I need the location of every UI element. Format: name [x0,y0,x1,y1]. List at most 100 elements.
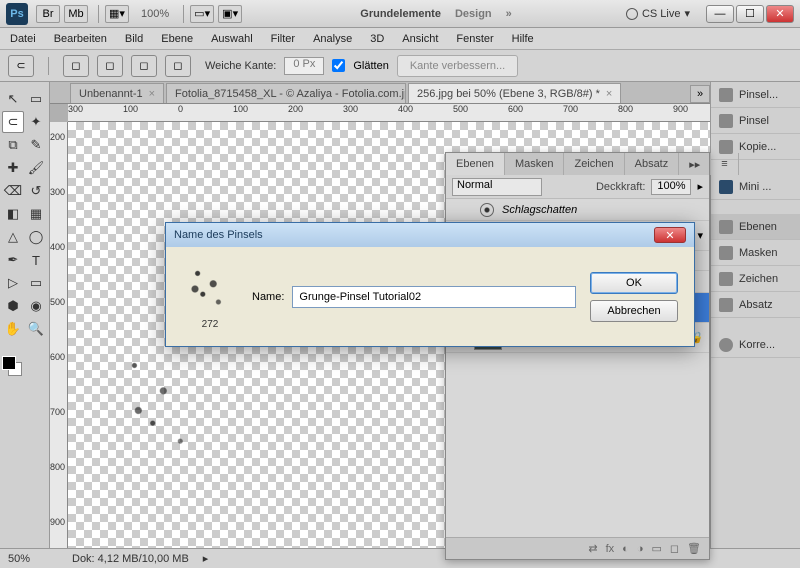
brush-name-input[interactable] [292,286,576,308]
pen-tool-icon[interactable]: ✒ [2,249,24,271]
dialog-titlebar[interactable]: Name des Pinsels ✕ [166,223,694,247]
menu-ebene[interactable]: Ebene [161,33,193,45]
menu-auswahl[interactable]: Auswahl [211,33,253,45]
eyedropper-tool-icon[interactable]: ✎ [25,134,47,156]
screen-mode-icon[interactable]: ▣▾ [218,5,242,23]
3d-camera-icon[interactable]: ◉ [25,295,47,317]
wand-tool-icon[interactable]: ✦ [25,111,47,133]
dock-pinsel-presets[interactable]: Pinsel... [711,82,800,108]
link-layers-icon[interactable]: ⇄ [588,542,597,555]
crop-tool-icon[interactable]: ⧉ [2,134,24,156]
selection-intersect-icon[interactable]: ◻ [165,55,191,77]
menu-filter[interactable]: Filter [271,33,295,45]
dock-minibridge[interactable]: Mini ... [711,174,800,200]
menu-fenster[interactable]: Fenster [456,33,493,45]
cslive-button[interactable]: CS Live ▾ [626,7,690,20]
layer-effect-item[interactable]: Schlagschatten [446,199,709,221]
panel-tab-zeichen[interactable]: Zeichen [564,153,624,175]
smooth-checkbox[interactable] [332,59,345,72]
panel-tab-ebenen[interactable]: Ebenen [446,153,505,175]
cancel-button[interactable]: Abbrechen [590,300,678,322]
lasso-tool-icon[interactable]: ⊂ [2,111,24,133]
color-swatch[interactable] [2,356,22,376]
shape-tool-icon[interactable]: ▭ [25,272,47,294]
panel-collapse-icon[interactable]: ▸▸ [679,153,711,175]
doc-tab[interactable]: Fotolia_8715458_XL - © Azaliya - Fotolia… [166,83,406,103]
visibility-icon[interactable] [480,203,494,217]
close-button[interactable]: ✕ [766,5,794,23]
brush-name-dialog: Name des Pinsels ✕ 272 Name: OK Abbreche… [165,222,695,347]
selection-subtract-icon[interactable]: ◻ [131,55,157,77]
trash-icon[interactable]: 🗑 [687,542,701,555]
brush-tool-icon[interactable]: 🖌 [25,157,47,179]
gradient-tool-icon[interactable]: ▦ [25,203,47,225]
dock-zeichen[interactable]: Zeichen [711,266,800,292]
close-icon[interactable]: × [149,88,155,100]
menu-bar: Datei Bearbeiten Bild Ebene Auswahl Filt… [0,28,800,50]
maximize-button[interactable]: ☐ [736,5,764,23]
bridge-icon[interactable]: Br [36,5,60,23]
dock-korrekturen[interactable]: Korre... [711,332,800,358]
menu-analyse[interactable]: Analyse [313,33,352,45]
view-mode-icon[interactable]: ▦▾ [105,5,129,23]
adjustment-icon[interactable]: ◑ [637,543,644,555]
doc-tab[interactable]: 256.jpg bei 50% (Ebene 3, RGB/8#) *× [408,83,621,103]
soft-edge-field[interactable]: 0 Px [284,57,324,75]
zoom-level[interactable]: 100% [141,8,169,20]
panel-tab-absatz[interactable]: Absatz [625,153,680,175]
minibridge-icon[interactable]: Mb [64,5,88,23]
mask-icon[interactable]: ◐ [622,543,629,555]
heal-tool-icon[interactable]: ✚ [2,157,24,179]
dock-ebenen[interactable]: Ebenen [711,214,800,240]
adjustments-icon [719,338,733,352]
group-icon[interactable]: ▭ [651,542,661,555]
dock-pinsel[interactable]: Pinsel [711,108,800,134]
opacity-field[interactable]: 100% [651,179,691,195]
panel-menu-icon[interactable]: ≡ [711,153,738,175]
dialog-close-button[interactable]: ✕ [654,227,686,243]
workspace-more-icon[interactable]: » [506,8,512,20]
selection-new-icon[interactable]: ◻ [63,55,89,77]
marquee-tool-icon[interactable]: ▭ [25,88,47,110]
blur-tool-icon[interactable]: △ [2,226,24,248]
stamp-tool-icon[interactable]: ⌫ [2,180,24,202]
arrange-icon[interactable]: ▭▾ [190,5,214,23]
status-zoom[interactable]: 50% [8,553,58,565]
zoom-tool-icon[interactable]: 🔍 [25,318,47,340]
masks-icon [719,246,733,260]
refine-edge-button[interactable]: Kante verbessern... [397,55,518,77]
dodge-tool-icon[interactable]: ◯ [25,226,47,248]
dock-masken[interactable]: Masken [711,240,800,266]
close-icon[interactable]: × [606,88,612,100]
ok-button[interactable]: OK [590,272,678,294]
opacity-arrow-icon[interactable]: ▸ [697,180,703,193]
tab-scroll-icon[interactable]: » [690,85,710,103]
menu-3d[interactable]: 3D [370,33,384,45]
lasso-tool-icon[interactable]: ⊂ [8,55,34,77]
3d-tool-icon[interactable]: ⬢ [2,295,24,317]
type-tool-icon[interactable]: T [25,249,47,271]
status-arrow-icon[interactable]: ▸ [203,552,209,565]
fx-icon[interactable]: fx [606,543,615,555]
hand-tool-icon[interactable]: ✋ [2,318,24,340]
menu-ansicht[interactable]: Ansicht [402,33,438,45]
minimize-button[interactable]: — [706,5,734,23]
workspace-link[interactable]: Design [455,8,492,20]
panel-tab-masken[interactable]: Masken [505,153,565,175]
eraser-tool-icon[interactable]: ◧ [2,203,24,225]
history-brush-icon[interactable]: ↺ [25,180,47,202]
cslive-icon [626,8,638,20]
move-tool-icon[interactable]: ↖ [2,88,24,110]
path-tool-icon[interactable]: ▷ [2,272,24,294]
blend-mode-select[interactable]: Normal [452,178,542,196]
workspace-link[interactable]: Grundelemente [360,8,441,20]
doc-tab[interactable]: Unbenannt-1× [70,83,164,103]
dock-absatz[interactable]: Absatz [711,292,800,318]
menu-hilfe[interactable]: Hilfe [512,33,534,45]
chevron-down-icon[interactable]: ▾ [697,229,703,242]
new-layer-icon[interactable]: ◻ [670,542,679,555]
menu-bearbeiten[interactable]: Bearbeiten [54,33,107,45]
menu-bild[interactable]: Bild [125,33,143,45]
selection-add-icon[interactable]: ◻ [97,55,123,77]
menu-datei[interactable]: Datei [10,33,36,45]
